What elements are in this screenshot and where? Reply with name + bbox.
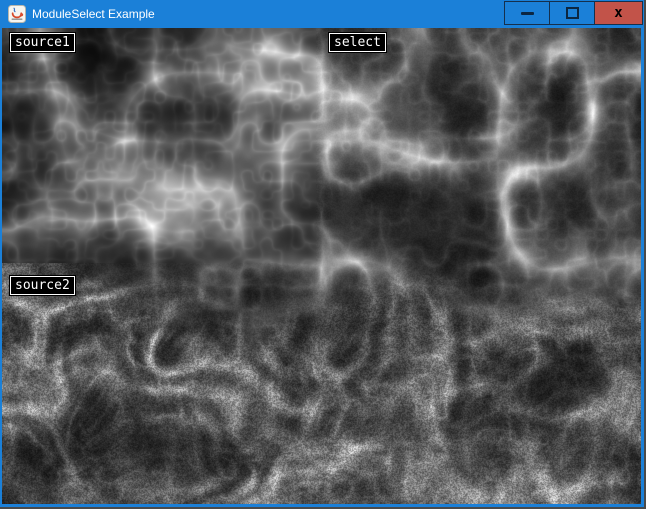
- window-title: ModuleSelect Example: [32, 7, 155, 21]
- java-coffee-cup-icon: [8, 5, 26, 23]
- close-icon: x: [614, 6, 622, 20]
- close-button[interactable]: x: [595, 1, 643, 25]
- source2-label: source2: [10, 276, 75, 295]
- render-area: source1 select source2: [2, 28, 641, 504]
- source1-label: source1: [10, 33, 75, 52]
- app-window: ModuleSelect Example x source1 select so…: [0, 0, 644, 507]
- maximize-button[interactable]: [550, 1, 595, 25]
- maximize-icon: [566, 7, 579, 19]
- select-label: select: [329, 33, 386, 52]
- titlebar[interactable]: ModuleSelect Example x: [0, 0, 644, 28]
- minimize-button[interactable]: [504, 1, 550, 25]
- source1-noise-image: [2, 28, 316, 263]
- minimize-icon: [521, 12, 534, 15]
